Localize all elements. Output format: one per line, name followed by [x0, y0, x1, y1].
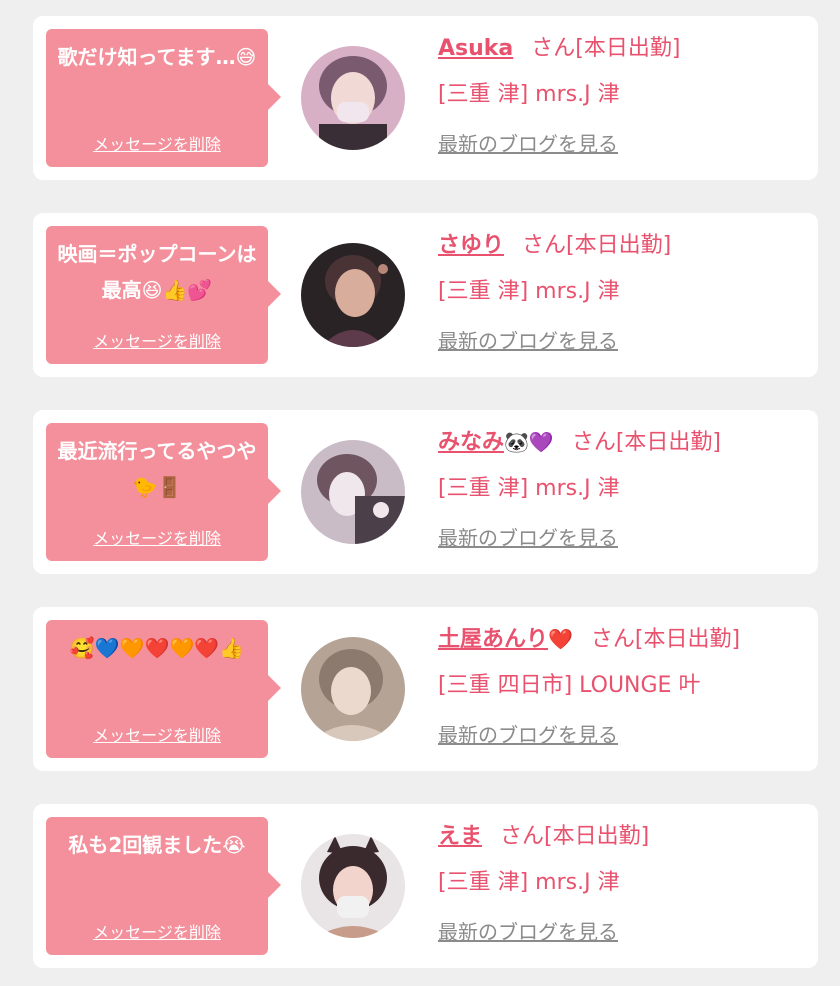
message-list: 歌だけ知ってます…😅 メッセージを削除 Asuka さん[本日出勤] [三重 津]…: [0, 0, 840, 986]
latest-blog-link[interactable]: 最新のブログを見る: [438, 719, 618, 748]
cast-header: えま さん[本日出勤]: [438, 818, 808, 854]
cast-name-link[interactable]: 土屋あんり: [438, 627, 548, 652]
latest-blog-link[interactable]: 最新のブログを見る: [438, 522, 618, 551]
latest-blog-link[interactable]: 最新のブログを見る: [438, 128, 618, 157]
cast-name-link[interactable]: えま: [438, 824, 482, 849]
cast-name-link[interactable]: さゆり: [438, 233, 504, 258]
cast-name-emoji: ❤️: [548, 627, 573, 651]
cast-name-link[interactable]: Asuka: [438, 36, 513, 61]
cast-location: [三重 津] mrs.J 津: [438, 279, 620, 304]
message-text: 歌だけ知ってます…😅: [57, 45, 257, 69]
latest-blog-link[interactable]: 最新のブログを見る: [438, 916, 618, 945]
avatar-image: [301, 637, 405, 741]
avatar[interactable]: [301, 243, 405, 347]
avatar[interactable]: [301, 440, 405, 544]
cast-location: [三重 四日市] LOUNGE 叶: [438, 673, 701, 698]
avatar-image: [301, 243, 405, 347]
avatar[interactable]: [301, 637, 405, 741]
cast-name-emoji: 🐼💜: [504, 430, 554, 454]
message-card: 最近流行ってるやつや🐤🚪 メッセージを削除 みなみ🐼💜 さん[本日出勤] [三重 …: [33, 410, 818, 574]
cast-header: みなみ🐼💜 さん[本日出勤]: [438, 424, 808, 460]
message-bubble: 最近流行ってるやつや🐤🚪 メッセージを削除: [46, 423, 281, 561]
avatar[interactable]: [301, 834, 405, 938]
cast-info: Asuka さん[本日出勤] [三重 津] mrs.J 津 最新のブログを見る: [438, 30, 808, 157]
delete-message-link[interactable]: メッセージを削除: [46, 722, 268, 746]
latest-blog-link[interactable]: 最新のブログを見る: [438, 325, 618, 354]
cast-info: えま さん[本日出勤] [三重 津] mrs.J 津 最新のブログを見る: [438, 818, 808, 945]
cast-info: 土屋あんり❤️ さん[本日出勤] [三重 四日市] LOUNGE 叶 最新のブログ…: [438, 621, 808, 748]
cast-status: さん[本日出勤]: [571, 430, 721, 455]
cast-header: Asuka さん[本日出勤]: [438, 30, 808, 66]
message-text: 🥰💙🧡❤️🧡❤️👍: [69, 636, 245, 660]
cast-info: みなみ🐼💜 さん[本日出勤] [三重 津] mrs.J 津 最新のブログを見る: [438, 424, 808, 551]
message-card: 私も2回観ました😭 メッセージを削除 えま さん[本日出勤] [三重 津] mrs…: [33, 804, 818, 968]
delete-message-link[interactable]: メッセージを削除: [46, 328, 268, 352]
message-text: 最近流行ってるやつや🐤🚪: [57, 439, 257, 499]
avatar-image: [301, 46, 405, 150]
message-text: 私も2回観ました😭: [68, 833, 246, 857]
message-bubble: 映画＝ポップコーンは最高😆👍💕 メッセージを削除: [46, 226, 281, 364]
cast-name-link[interactable]: みなみ: [438, 430, 504, 455]
avatar[interactable]: [301, 46, 405, 150]
message-bubble: 🥰💙🧡❤️🧡❤️👍 メッセージを削除: [46, 620, 281, 758]
cast-location: [三重 津] mrs.J 津: [438, 82, 620, 107]
message-card: 映画＝ポップコーンは最高😆👍💕 メッセージを削除 さゆり さん[本日出勤] [三重…: [33, 213, 818, 377]
cast-status: さん[本日出勤]: [590, 627, 741, 652]
cast-info: さゆり さん[本日出勤] [三重 津] mrs.J 津 最新のブログを見る: [438, 227, 808, 354]
avatar-image: [301, 834, 405, 938]
cast-location: [三重 津] mrs.J 津: [438, 870, 620, 895]
message-bubble: 私も2回観ました😭 メッセージを削除: [46, 817, 281, 955]
cast-status: さん[本日出勤]: [531, 36, 681, 61]
delete-message-link[interactable]: メッセージを削除: [46, 525, 268, 549]
message-card: 歌だけ知ってます…😅 メッセージを削除 Asuka さん[本日出勤] [三重 津]…: [33, 16, 818, 180]
message-bubble: 歌だけ知ってます…😅 メッセージを削除: [46, 29, 281, 167]
cast-header: さゆり さん[本日出勤]: [438, 227, 808, 263]
cast-status: さん[本日出勤]: [500, 824, 650, 849]
avatar-image: [301, 440, 405, 544]
delete-message-link[interactable]: メッセージを削除: [46, 919, 268, 943]
cast-location: [三重 津] mrs.J 津: [438, 476, 620, 501]
delete-message-link[interactable]: メッセージを削除: [46, 131, 268, 155]
cast-status: さん[本日出勤]: [522, 233, 672, 258]
message-text: 映画＝ポップコーンは最高😆👍💕: [57, 242, 257, 302]
message-card: 🥰💙🧡❤️🧡❤️👍 メッセージを削除 土屋あんり❤️ さん[本日出勤] [三重 四…: [33, 607, 818, 771]
cast-header: 土屋あんり❤️ さん[本日出勤]: [438, 621, 808, 657]
